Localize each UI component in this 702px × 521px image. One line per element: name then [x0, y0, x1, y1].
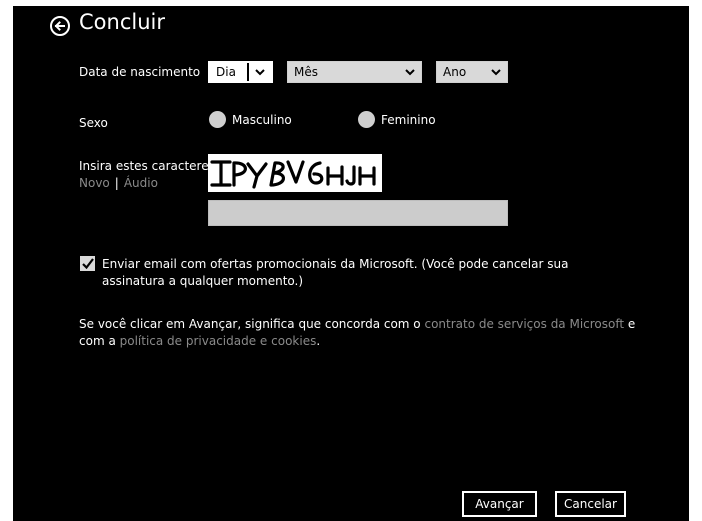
- radio-male-label: Masculino: [232, 112, 292, 127]
- captcha-label: Insira estes caracteres: [79, 159, 215, 173]
- day-value: Dia: [210, 63, 249, 81]
- captcha-input[interactable]: [208, 200, 508, 226]
- radio-female[interactable]: Feminino: [358, 111, 436, 128]
- offers-checkbox[interactable]: [80, 256, 95, 271]
- page-title: Concluir: [79, 10, 165, 34]
- captcha-links: Novo | Áudio: [79, 176, 158, 190]
- captcha-audio-link[interactable]: Áudio: [124, 176, 158, 190]
- chevron-down-icon: [485, 68, 507, 76]
- radio-female-label: Feminino: [381, 112, 436, 127]
- signup-window: Concluir Data de nascimento Dia Mês Ano …: [13, 6, 689, 521]
- chevron-down-icon: [399, 68, 421, 76]
- back-arrow-icon[interactable]: [50, 16, 70, 36]
- birthdate-label: Data de nascimento: [79, 65, 201, 79]
- cancel-button[interactable]: Cancelar: [555, 491, 626, 517]
- radio-male[interactable]: Masculino: [209, 111, 292, 128]
- month-value: Mês: [294, 65, 318, 79]
- radio-circle-icon: [358, 111, 375, 128]
- captcha-new-link[interactable]: Novo: [79, 176, 110, 190]
- terms-suffix: .: [316, 334, 321, 348]
- captcha-image: [208, 154, 382, 192]
- terms-text: Se você clicar em Avançar, significa que…: [79, 316, 639, 350]
- checkmark-icon: [81, 258, 94, 269]
- day-select[interactable]: Dia: [208, 61, 273, 83]
- captcha-separator: |: [114, 176, 119, 190]
- year-value: Ano: [443, 65, 467, 79]
- next-button[interactable]: Avançar: [462, 491, 537, 517]
- month-select[interactable]: Mês: [287, 61, 422, 83]
- radio-circle-icon: [209, 111, 226, 128]
- service-agreement-link[interactable]: contrato de serviços da Microsoft: [424, 317, 624, 331]
- chevron-down-icon: [249, 68, 271, 76]
- privacy-policy-link[interactable]: política de privacidade e cookies: [120, 334, 317, 348]
- terms-prefix: Se você clicar em Avançar, significa que…: [79, 317, 425, 331]
- offers-text: Enviar email com ofertas promocionais da…: [102, 257, 569, 288]
- sex-label: Sexo: [79, 116, 108, 130]
- year-select[interactable]: Ano: [436, 61, 508, 83]
